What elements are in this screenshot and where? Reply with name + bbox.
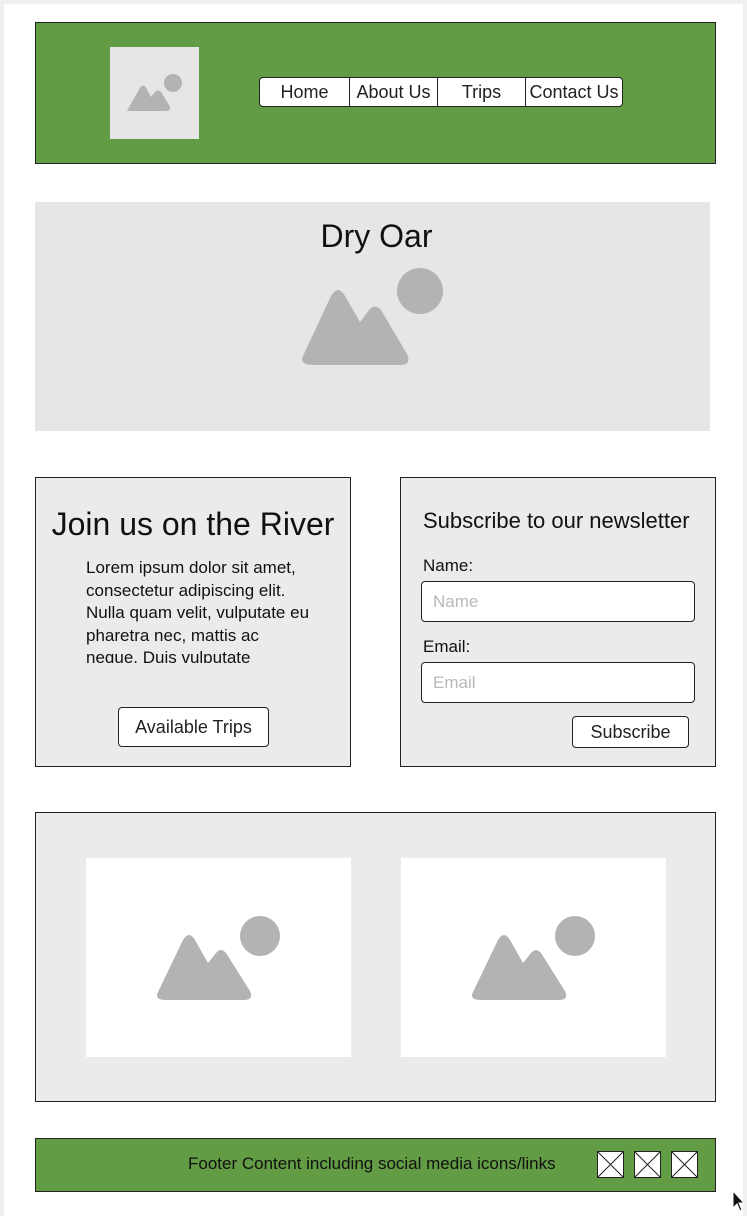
email-input[interactable] [421, 662, 695, 703]
logo[interactable] [110, 47, 199, 139]
name-label: Name: [423, 556, 474, 575]
name-input[interactable] [421, 581, 695, 622]
newsletter-title: Subscribe to our newsletter [423, 508, 690, 533]
mouse-cursor-icon [732, 1190, 744, 1212]
hero-title: Dry Oar [320, 218, 433, 254]
social-icon-placeholder [635, 1152, 660, 1177]
social-link-1[interactable] [597, 1151, 624, 1178]
footer-text: Footer Content including social media ic… [188, 1154, 556, 1173]
subscribe-button[interactable]: Subscribe [572, 716, 689, 748]
image-placeholder-icon [472, 916, 595, 1000]
image-placeholder-icon [302, 268, 443, 365]
join-body-text: Lorem ipsum dolor sit amet, consectetur … [86, 558, 310, 663]
image-placeholder-icon [127, 74, 182, 111]
main-nav: Home About Us Trips Contact Us [259, 77, 623, 107]
gallery-image-1 [86, 858, 351, 1057]
image-placeholder-icon [157, 916, 280, 1000]
social-link-2[interactable] [634, 1151, 661, 1178]
email-label: Email: [423, 637, 471, 656]
nav-home[interactable]: Home [260, 78, 349, 106]
social-icon-placeholder [672, 1152, 697, 1177]
social-link-3[interactable] [671, 1151, 698, 1178]
gallery-image-2 [401, 858, 666, 1057]
nav-about-us[interactable]: About Us [349, 78, 437, 106]
social-icon-placeholder [598, 1152, 623, 1177]
available-trips-button[interactable]: Available Trips [118, 707, 269, 747]
join-title: Join us on the River [51, 506, 335, 542]
nav-contact-us[interactable]: Contact Us [525, 78, 622, 106]
nav-trips[interactable]: Trips [437, 78, 525, 106]
